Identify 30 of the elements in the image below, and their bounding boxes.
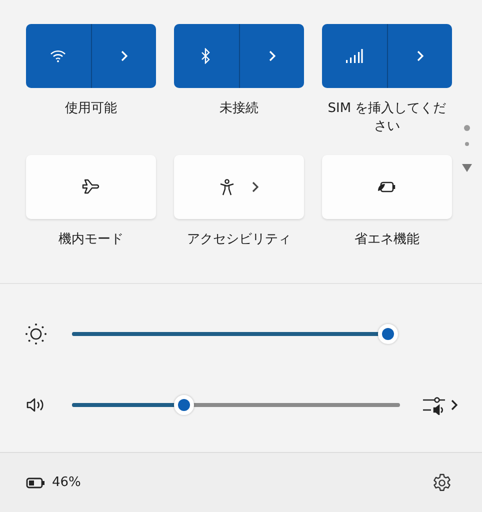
toggle-button[interactable] <box>174 155 304 219</box>
tile-label: 機内モード <box>58 231 124 249</box>
chevron-icon <box>450 399 458 411</box>
settings-button[interactable] <box>432 472 452 492</box>
tile-label: 省エネ機能 <box>354 231 420 249</box>
battery-icon <box>26 476 46 488</box>
battery-percentage: 46% <box>52 475 81 490</box>
person-icon <box>219 178 235 196</box>
tile-label: 使用可能 <box>64 100 118 118</box>
wifi-icon <box>50 49 66 63</box>
audio-output-button[interactable] <box>422 395 458 415</box>
speaker-icon <box>26 397 46 413</box>
chevron-icon <box>268 50 276 62</box>
slider-thumb[interactable] <box>174 395 194 415</box>
chevron-icon <box>416 50 424 62</box>
toggle-button[interactable] <box>26 155 156 219</box>
toggle-button[interactable] <box>322 155 452 219</box>
tile-label: 未接続 <box>218 100 260 118</box>
settings-icon <box>432 472 452 492</box>
tile-label: SIM を挿入してください <box>326 100 448 136</box>
chevron-icon <box>251 181 259 193</box>
battery-leaf-icon <box>377 181 397 193</box>
slider-thumb[interactable] <box>378 324 398 344</box>
bluetooth-icon <box>201 48 212 64</box>
mixer-icon <box>422 395 446 415</box>
airplane-icon <box>82 179 100 195</box>
tile-label: アクセシビリティ <box>186 231 292 249</box>
signal-bars-icon <box>345 49 364 63</box>
brightness-icon <box>25 323 47 345</box>
chevron-icon <box>120 50 128 62</box>
